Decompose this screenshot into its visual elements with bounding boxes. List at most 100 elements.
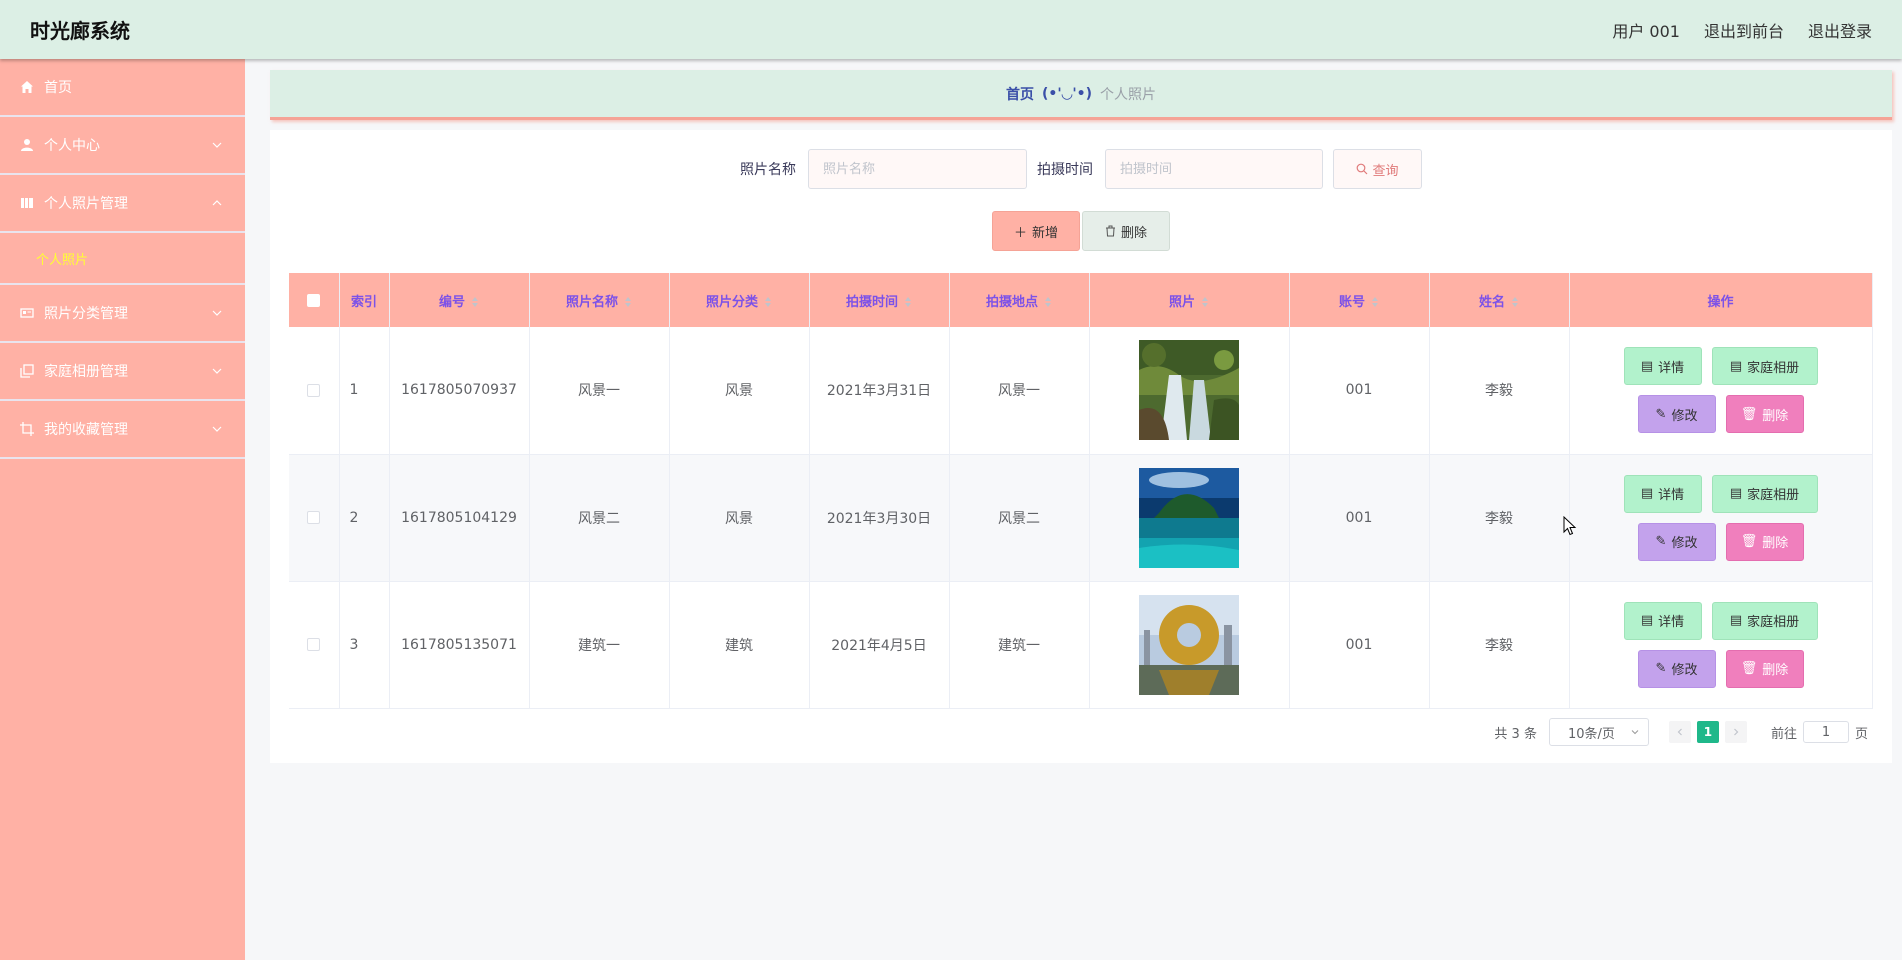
sort-icon[interactable] [764,296,772,308]
cell-location: 风景一 [949,327,1090,455]
sidebar-item-family-album[interactable]: 家庭相册管理 [0,343,245,401]
prev-page-button[interactable] [1668,721,1691,743]
plus-icon: ＋ [1013,225,1027,241]
sidebar-item-home[interactable]: 首页 [0,59,245,117]
table-header-row: 索引 编号 照片名称 照片分类 拍摄时间 拍摄地点 照片 账号 姓名 操作 [289,273,1873,327]
column-header: 索引 [339,273,390,327]
search-icon [1357,163,1368,175]
sidebar-item-favorites[interactable]: 我的收藏管理 [0,401,245,459]
sort-icon[interactable] [904,296,912,308]
column-header[interactable]: 拍摄地点 [949,273,1090,327]
search-button-label: 查询 [1372,163,1399,179]
photo-name-input[interactable] [808,149,1027,189]
cell-account: 001 [1289,581,1430,709]
cell-category: 建筑 [669,581,810,709]
family-album-button[interactable]: ▤ 家庭相册 [1711,474,1818,513]
edit-button[interactable]: ✎ 修改 [1637,522,1716,561]
pencil-icon: ✎ [1655,406,1667,422]
cell-photo [1089,581,1290,709]
family-album-button[interactable]: ▤ 家庭相册 [1711,601,1818,640]
goto-suffix: 页 [1854,726,1868,742]
sidebar-subitem-personal-photos[interactable]: 个人照片 [0,233,245,285]
column-header[interactable]: 编号 [389,273,530,327]
add-button[interactable]: ＋ 新增 [992,211,1080,251]
logout-link[interactable]: 退出登录 [1808,18,1872,42]
sidebar-item-personal-center[interactable]: 个人中心 [0,117,245,175]
exit-to-front-link[interactable]: 退出到前台 [1704,18,1784,42]
delete-button[interactable]: 🗑 删除 [1725,649,1804,688]
column-header: 操作 [1569,273,1873,327]
photo-name-label: 照片名称 [740,162,796,178]
breadcrumb: 首页 (•'◡'•) 个人照片 [270,70,1892,120]
column-header[interactable]: 照片名称 [529,273,670,327]
page-size-select[interactable]: 10条/页 [1548,718,1649,746]
cell-category: 风景 [669,327,810,455]
waterfall-photo[interactable] [1139,340,1239,441]
chevron-down-icon [212,368,222,374]
edit-button[interactable]: ✎ 修改 [1637,649,1716,688]
shoot-time-input[interactable] [1105,149,1323,189]
sidebar-item-label: 照片分类管理 [44,306,128,322]
edit-button[interactable]: ✎ 修改 [1637,395,1716,434]
crop-icon [19,421,35,437]
search-button[interactable]: 查询 [1333,149,1422,189]
batch-delete-button[interactable]: 删除 [1082,211,1170,251]
cell-name: 建筑一 [529,581,670,709]
sidebar-subitem-label: 个人照片 [36,252,89,268]
select-all-checkbox[interactable] [307,293,321,307]
delete-button[interactable]: 🗑 删除 [1725,522,1804,561]
pencil-icon: ✎ [1655,534,1667,549]
sidebar-item-category-management[interactable]: 照片分类管理 [0,285,245,343]
family-album-button[interactable]: ▤ 家庭相册 [1711,347,1818,386]
cell-person: 李毅 [1429,327,1570,455]
cell-code: 1617805070937 [389,327,530,455]
sidebar-item-photo-management[interactable]: 个人照片管理 [0,175,245,233]
sidebar-item-label: 个人照片管理 [44,196,128,212]
sidebar-item-label: 我的收藏管理 [44,422,128,438]
next-page-button[interactable] [1724,721,1747,743]
sort-icon[interactable] [624,296,632,308]
column-header[interactable]: 照片 [1089,273,1290,327]
user-label[interactable]: 用户 001 [1612,18,1680,42]
add-button-label: 新增 [1032,225,1059,241]
sort-icon[interactable] [1201,296,1209,308]
batch-delete-label: 删除 [1120,225,1147,241]
sort-icon[interactable] [1511,296,1519,308]
goto-prefix: 前往 [1770,726,1797,742]
trash-icon: 🗑 [1740,534,1758,549]
document-icon: ▤ [1640,486,1654,501]
trash-icon [1105,225,1115,237]
ring-building-photo[interactable] [1139,594,1239,695]
cell-date: 2021年4月5日 [809,581,950,709]
column-header[interactable]: 照片分类 [669,273,810,327]
island-photo[interactable] [1139,467,1239,568]
select-all-cell[interactable] [289,273,340,327]
top-header: 时光廊系统 用户 001 退出到前台 退出登录 [0,0,1902,59]
row-checkbox[interactable] [307,638,321,651]
row-checkbox[interactable] [307,511,321,524]
pagination: 共 3 条 10条/页 1 前往 页 [1494,718,1868,746]
breadcrumb-current: 个人照片 [1100,86,1157,103]
page-number-current[interactable]: 1 [1696,721,1719,743]
delete-button[interactable]: 🗑 删除 [1725,395,1804,434]
copy-icon [19,363,35,379]
row-select-cell[interactable] [289,454,340,582]
detail-button[interactable]: ▤ 详情 [1623,474,1702,513]
cell-location: 建筑一 [949,581,1090,709]
pencil-icon: ✎ [1655,661,1667,676]
breadcrumb-home[interactable]: 首页 [1006,84,1034,104]
sort-icon[interactable] [1371,296,1379,308]
column-header[interactable]: 账号 [1289,273,1430,327]
sort-icon[interactable] [471,296,479,308]
sort-icon[interactable] [1044,296,1052,308]
goto-page-input[interactable] [1802,721,1849,743]
column-header[interactable]: 拍摄时间 [809,273,950,327]
row-checkbox[interactable] [307,383,321,397]
goto-page: 前往 页 [1771,721,1868,743]
column-header[interactable]: 姓名 [1429,273,1570,327]
row-select-cell[interactable] [289,581,340,709]
home-icon [19,79,35,95]
detail-button[interactable]: ▤ 详情 [1623,347,1702,386]
row-select-cell[interactable] [289,327,340,455]
detail-button[interactable]: ▤ 详情 [1623,601,1702,640]
